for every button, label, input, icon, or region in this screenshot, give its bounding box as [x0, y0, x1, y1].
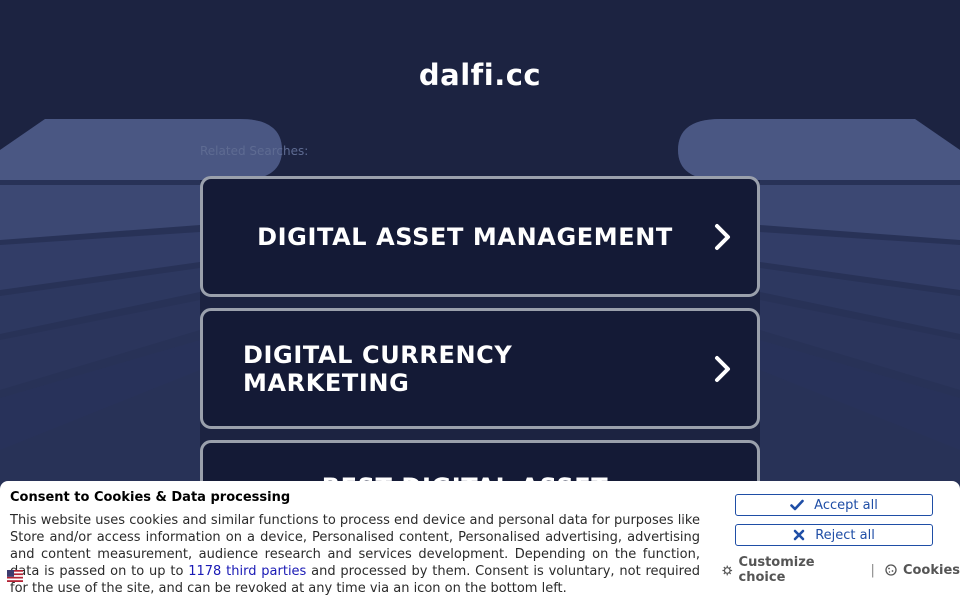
x-icon — [793, 529, 805, 541]
third-parties-link[interactable]: 1178 third parties — [188, 564, 306, 579]
consent-links: Customize choice | Cookies — [722, 555, 960, 585]
accept-all-button[interactable]: Accept all — [735, 494, 933, 516]
link-separator: | — [870, 562, 875, 578]
accept-all-label: Accept all — [814, 497, 878, 513]
cookies-label: Cookies — [902, 562, 960, 578]
search-card-1[interactable]: DIGITAL ASSET MANAGEMENT — [200, 176, 760, 297]
chevron-right-icon — [715, 355, 730, 382]
reject-all-button[interactable]: Reject all — [735, 524, 933, 546]
check-icon — [790, 499, 804, 511]
consent-text: This website uses cookies and similar fu… — [10, 512, 700, 597]
customize-choice-label: Customize choice — [738, 555, 815, 585]
cookie-icon — [885, 564, 897, 576]
domain-title: dalfi.cc — [418, 58, 542, 92]
related-searches-label: Related Searches: — [200, 144, 309, 158]
gear-icon — [722, 565, 733, 575]
customize-choice-link[interactable]: Customize choice — [722, 555, 861, 585]
search-card-label: DIGITAL CURRENCY MARKETING — [243, 340, 513, 397]
cookie-consent-banner: Consent to Cookies & Data processing Thi… — [0, 481, 960, 600]
search-card-label: DIGITAL ASSET MANAGEMENT — [257, 222, 673, 251]
chevron-right-icon — [715, 223, 730, 250]
consent-title: Consent to Cookies & Data processing — [10, 490, 291, 505]
flag-icon[interactable] — [7, 570, 23, 582]
search-card-2[interactable]: DIGITAL CURRENCY MARKETING — [200, 308, 760, 429]
cookies-link[interactable]: Cookies — [885, 563, 960, 578]
reject-all-label: Reject all — [815, 527, 875, 543]
